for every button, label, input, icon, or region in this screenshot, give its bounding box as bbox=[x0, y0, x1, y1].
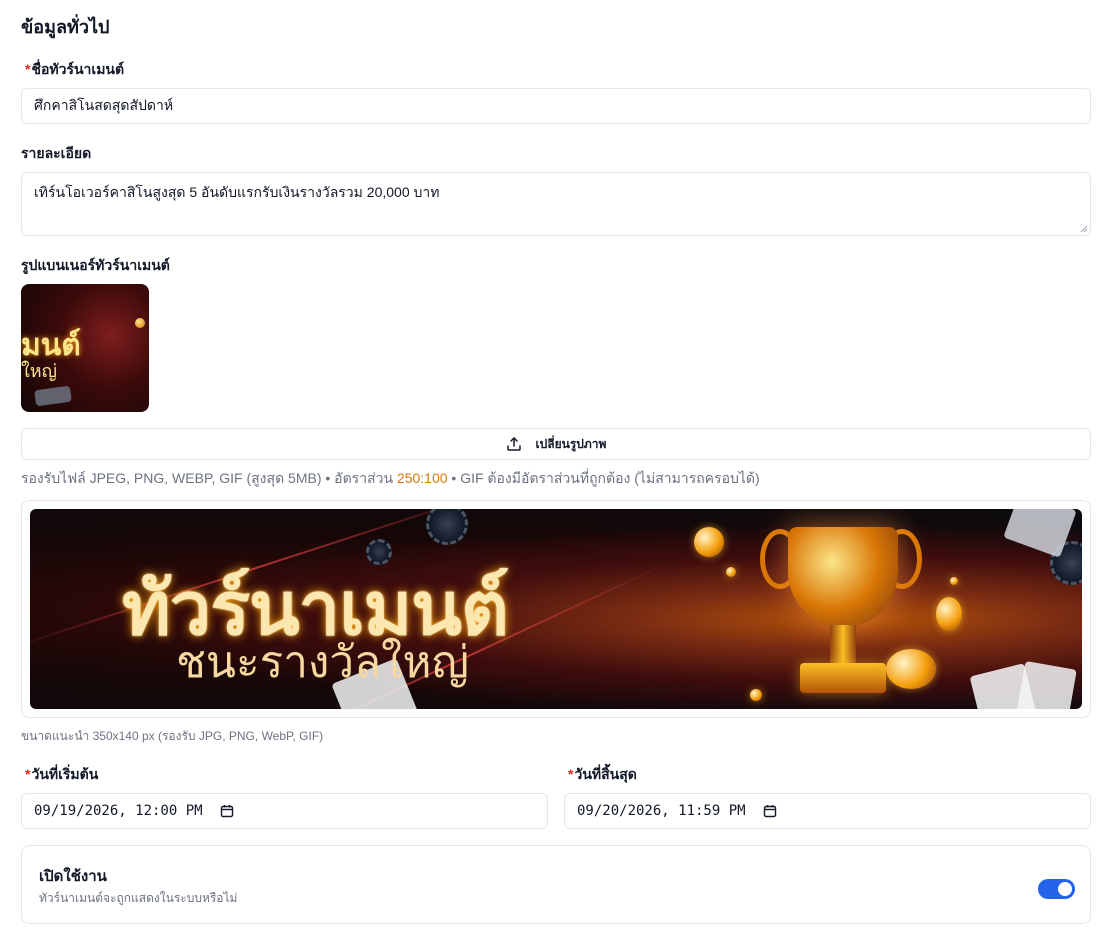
end-date-label: *วันที่สิ้นสุด bbox=[568, 764, 637, 786]
coin-decoration bbox=[750, 689, 762, 701]
end-date-input[interactable]: 09/20/2026, 11:59 PM bbox=[564, 793, 1091, 829]
coin-decoration bbox=[950, 577, 958, 585]
change-image-label: เปลี่ยนรูปภาพ bbox=[535, 436, 607, 451]
file-hint-prefix: รองรับไฟล์ JPEG, PNG, WEBP, GIF (สูงสุด … bbox=[21, 470, 397, 486]
switch-knob bbox=[1058, 882, 1072, 896]
banner-preview-subtitle: ชนะรางวัลใหญ่ bbox=[176, 637, 470, 688]
file-hint: รองรับไฟล์ JPEG, PNG, WEBP, GIF (สูงสุด … bbox=[21, 468, 760, 490]
trophy-stem-decoration bbox=[830, 625, 856, 665]
ratio-value: 250:100 bbox=[396, 470, 448, 486]
active-toggle-description: ทัวร์นาเมนต์จะถูกแสดงในระบบหรือไม่ bbox=[39, 891, 238, 905]
banner-preview-card: ทัวร์นาเมนต์ ชนะรางวัลใหญ่ bbox=[21, 500, 1091, 718]
tournament-name-label: *ชื่อทัวร์นาเมนต์ bbox=[25, 59, 124, 81]
size-recommendation: ขนาดแนะนำ 350x140 px (รองรับ JPG, PNG, W… bbox=[21, 729, 324, 743]
coin-decoration bbox=[135, 318, 145, 328]
coin-decoration bbox=[936, 597, 962, 631]
tournament-name-value: ศึกคาสิโนสดสุดสัปดาห์ bbox=[34, 97, 174, 113]
active-toggle-switch[interactable] bbox=[1038, 879, 1075, 899]
required-mark: * bbox=[568, 766, 574, 782]
playing-card-decoration bbox=[1015, 660, 1077, 709]
required-mark: * bbox=[25, 766, 31, 782]
tournament-name-label-text: ชื่อทัวร์นาเมนต์ bbox=[31, 61, 125, 77]
resize-handle-icon[interactable] bbox=[1080, 225, 1088, 233]
coin-decoration bbox=[694, 527, 724, 557]
description-label: รายละเอียด bbox=[21, 145, 92, 161]
start-date-label: *วันที่เริ่มต้น bbox=[25, 764, 98, 786]
start-date-value: 09/19/2026, 12:00 PM bbox=[34, 803, 203, 819]
trophy-base-decoration bbox=[800, 663, 886, 693]
file-hint-suffix: • GIF ต้องมีอัตราส่วนที่ถูกต้อง (ไม่สามา… bbox=[447, 470, 760, 486]
active-toggle-card: เปิดใช้งาน ทัวร์นาเมนต์จะถูกแสดงในระบบหร… bbox=[21, 845, 1091, 924]
upload-icon bbox=[506, 437, 521, 451]
description-value: เทิร์นโอเวอร์คาสิโนสูงสุด 5 อันดับแรกรับ… bbox=[34, 184, 440, 200]
description-textarea[interactable]: เทิร์นโอเวอร์คาสิโนสูงสุด 5 อันดับแรกรับ… bbox=[21, 172, 1091, 236]
active-toggle-title: เปิดใช้งาน bbox=[39, 868, 107, 885]
section-title: ข้อมูลทั่วไป bbox=[21, 17, 110, 37]
thumbnail-text-line2: ใหญ่ bbox=[21, 361, 57, 382]
trophy-decoration bbox=[788, 527, 898, 627]
start-date-input[interactable]: 09/19/2026, 12:00 PM bbox=[21, 793, 548, 829]
banner-preview-image: ทัวร์นาเมนต์ ชนะรางวัลใหญ่ bbox=[30, 509, 1082, 709]
end-date-value: 09/20/2026, 11:59 PM bbox=[577, 803, 746, 819]
calendar-icon[interactable] bbox=[220, 804, 234, 818]
start-date-label-text: วันที่เริ่มต้น bbox=[31, 766, 99, 782]
poker-chip-decoration bbox=[426, 509, 468, 545]
change-image-button[interactable]: เปลี่ยนรูปภาพ bbox=[21, 428, 1091, 460]
banner-label: รูปแบนเนอร์ทัวร์นาเมนต์ bbox=[21, 257, 170, 273]
tournament-name-input[interactable]: ศึกคาสิโนสดสุดสัปดาห์ bbox=[21, 88, 1091, 124]
calendar-icon[interactable] bbox=[763, 804, 777, 818]
required-mark: * bbox=[25, 61, 31, 77]
end-date-label-text: วันที่สิ้นสุด bbox=[574, 766, 637, 782]
coin-decoration bbox=[886, 649, 936, 689]
banner-thumbnail[interactable]: มนต์ ใหญ่ bbox=[21, 284, 149, 412]
coin-decoration bbox=[726, 567, 736, 577]
playing-card-decoration bbox=[34, 385, 72, 407]
